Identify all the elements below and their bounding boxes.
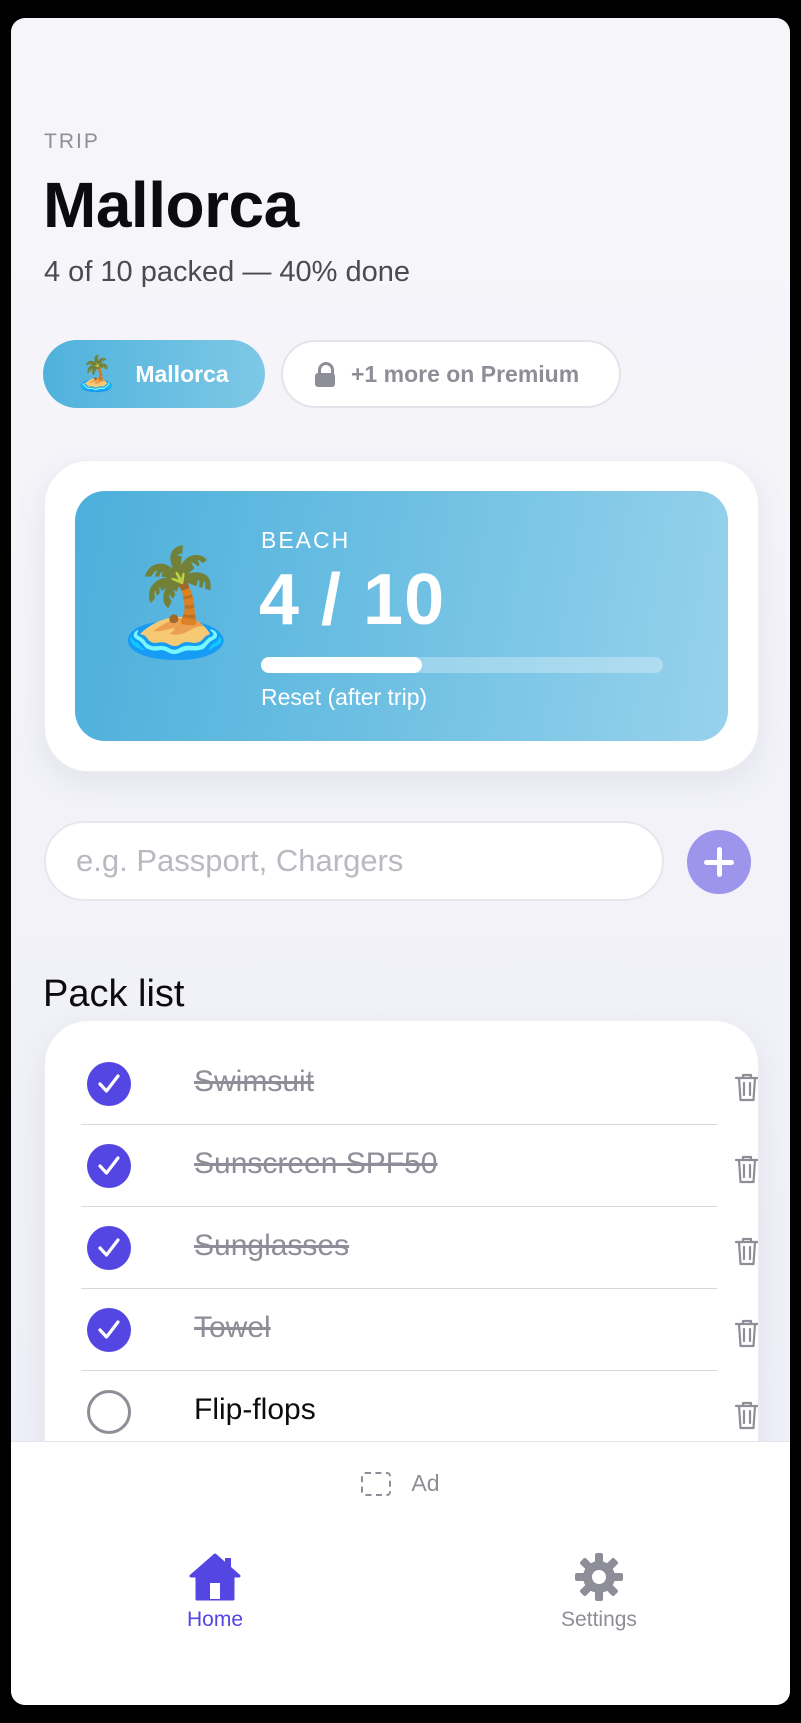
plus-icon bbox=[704, 847, 734, 877]
pack-list-title: Pack list bbox=[43, 973, 185, 1015]
trash-icon[interactable] bbox=[734, 1154, 759, 1184]
category-summary-card: 🏝️ BEACH 4 / 10 Reset (after trip) bbox=[44, 460, 759, 772]
item-label: Sunglasses bbox=[194, 1229, 350, 1262]
list-item[interactable]: Sunglasses bbox=[81, 1207, 758, 1289]
trip-eyebrow: TRIP bbox=[44, 130, 100, 153]
ad-banner[interactable]: Ad bbox=[11, 1470, 790, 1497]
home-icon bbox=[189, 1553, 241, 1601]
trash-icon[interactable] bbox=[734, 1236, 759, 1266]
page-title: Mallorca bbox=[43, 169, 299, 241]
beach-island-icon: 🏝️ bbox=[75, 355, 118, 393]
list-item[interactable]: Towel bbox=[81, 1289, 758, 1371]
item-label: Sunscreen SPF50 bbox=[194, 1147, 438, 1180]
item-label: Towel bbox=[194, 1311, 271, 1344]
checkbox-unchecked[interactable] bbox=[87, 1390, 131, 1434]
tab-home-label: Home bbox=[186, 1608, 244, 1631]
packed-count: 4 / 10 bbox=[259, 560, 446, 640]
checkbox-checked[interactable] bbox=[87, 1144, 131, 1188]
tab-settings[interactable]: Settings bbox=[529, 1552, 669, 1632]
ad-label: Ad bbox=[411, 1470, 440, 1496]
checkmark-icon bbox=[98, 1320, 120, 1339]
item-label: Flip-flops bbox=[194, 1393, 316, 1426]
trash-icon[interactable] bbox=[734, 1400, 759, 1430]
trip-chip-mallorca[interactable]: 🏝️ Mallorca bbox=[43, 340, 265, 408]
premium-chip-label: +1 more on Premium bbox=[351, 360, 580, 387]
reset-after-trip-link[interactable]: Reset (after trip) bbox=[261, 684, 427, 711]
list-item[interactable]: Swimsuit bbox=[81, 1043, 758, 1125]
beach-umbrella-icon: 🏝️ bbox=[111, 545, 241, 661]
trip-chip-label: Mallorca bbox=[135, 360, 229, 387]
trash-icon[interactable] bbox=[734, 1072, 759, 1102]
add-item-input[interactable] bbox=[44, 821, 664, 901]
gear-icon bbox=[575, 1553, 623, 1601]
tab-home[interactable]: Home bbox=[145, 1552, 285, 1632]
progress-fill bbox=[261, 657, 422, 673]
packed-summary: 4 of 10 packed — 40% done bbox=[44, 256, 410, 288]
item-label: Swimsuit bbox=[194, 1065, 315, 1098]
checkbox-checked[interactable] bbox=[87, 1226, 131, 1270]
checkbox-checked[interactable] bbox=[87, 1308, 131, 1352]
premium-upsell-chip[interactable]: +1 more on Premium bbox=[281, 340, 621, 408]
tab-settings-label: Settings bbox=[561, 1608, 637, 1631]
lock-icon bbox=[315, 362, 335, 387]
trash-icon[interactable] bbox=[734, 1318, 759, 1348]
progress-bar bbox=[261, 657, 663, 673]
ad-placeholder-icon bbox=[361, 1471, 392, 1496]
category-label: BEACH bbox=[261, 527, 351, 553]
add-item-button[interactable] bbox=[687, 830, 751, 894]
category-summary-banner[interactable]: 🏝️ BEACH 4 / 10 Reset (after trip) bbox=[75, 491, 728, 741]
bottom-bar: Ad Home Settings bbox=[11, 1441, 790, 1705]
checkmark-icon bbox=[98, 1156, 120, 1175]
app-screen: TRIP Mallorca 4 of 10 packed — 40% done … bbox=[11, 18, 790, 1705]
checkmark-icon bbox=[98, 1238, 120, 1257]
checkbox-checked[interactable] bbox=[87, 1062, 131, 1106]
checkmark-icon bbox=[98, 1074, 120, 1093]
list-item[interactable]: Sunscreen SPF50 bbox=[81, 1125, 758, 1207]
